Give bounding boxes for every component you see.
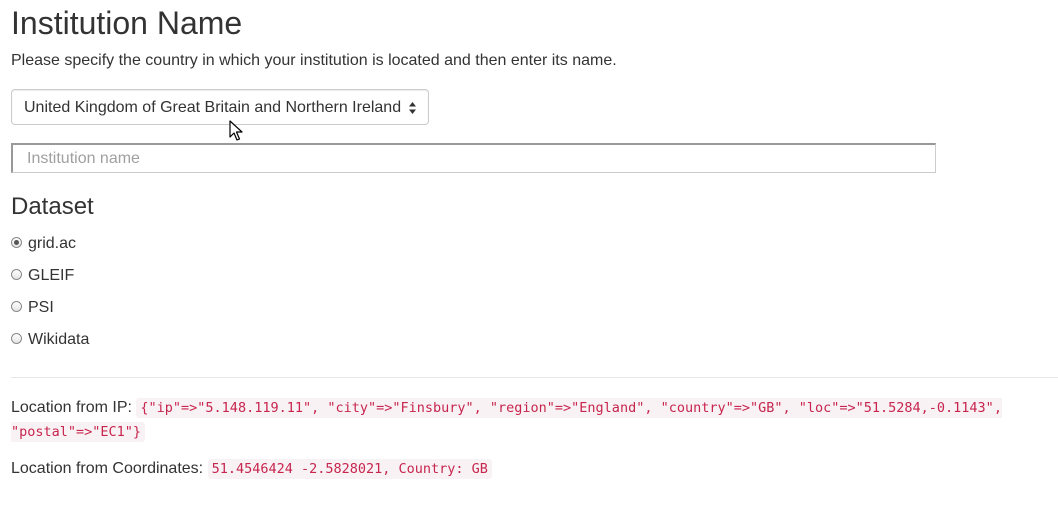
location-from-ip: Location from IP: {"ip"=>"5.148.119.11",…: [11, 396, 1051, 444]
radio-option-psi[interactable]: PSI: [11, 298, 54, 318]
divider: [11, 377, 1058, 378]
radio-option-wikidata[interactable]: Wikidata: [11, 330, 89, 350]
location-from-ip-value: {"ip"=>"5.148.119.11", "city"=>"Finsbury…: [11, 398, 1002, 442]
page-title: Institution Name: [11, 5, 243, 41]
radio-option-grid-ac[interactable]: grid.ac: [11, 234, 76, 254]
page: Institution Name Please specify the coun…: [0, 0, 1058, 506]
radio-label: Wikidata: [28, 331, 90, 348]
select-arrows-icon: [409, 102, 416, 114]
dataset-title: Dataset: [11, 193, 94, 220]
country-select[interactable]: United Kingdom of Great Britain and Nort…: [11, 89, 429, 125]
page-subtitle: Please specify the country in which your…: [11, 52, 617, 69]
radio-option-gleif[interactable]: GLEIF: [11, 266, 74, 286]
radio-button[interactable]: [11, 333, 22, 344]
country-select-value: United Kingdom of Great Britain and Nort…: [24, 99, 402, 116]
radio-label: grid.ac: [28, 235, 77, 252]
location-from-ip-label: Location from IP:: [11, 399, 132, 416]
radio-button-checked[interactable]: [11, 237, 22, 248]
location-from-coordinates-value: 51.4546424 -2.5828021, Country: GB: [207, 459, 492, 479]
location-from-coordinates: Location from Coordinates: 51.4546424 -2…: [11, 459, 492, 479]
radio-button[interactable]: [11, 269, 22, 280]
institution-name-input[interactable]: [11, 143, 936, 173]
location-from-coordinates-label: Location from Coordinates:: [11, 460, 204, 477]
radio-button[interactable]: [11, 301, 22, 312]
radio-label: PSI: [28, 299, 54, 316]
radio-label: GLEIF: [28, 267, 75, 284]
